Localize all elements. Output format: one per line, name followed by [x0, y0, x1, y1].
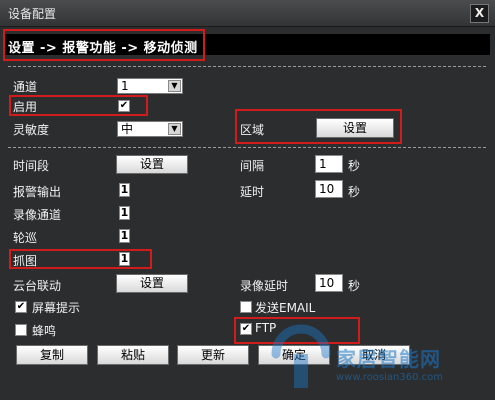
- screen-tip-checkbox[interactable]: ✔: [15, 301, 27, 313]
- highlight-breadcrumb: [3, 29, 205, 61]
- interval-input[interactable]: 1: [315, 155, 343, 173]
- period-label: 时间段: [13, 159, 50, 173]
- divider-middle: [8, 147, 486, 148]
- record-delay-input[interactable]: 10: [315, 274, 343, 292]
- screen-tip-label: 屏幕提示: [32, 301, 81, 315]
- send-email-label: 发送EMAIL: [255, 301, 316, 315]
- sensitivity-value: 中: [121, 122, 134, 136]
- record-channel-label: 录像通道: [13, 208, 62, 222]
- highlight-enable: [9, 95, 148, 116]
- interval-label: 间隔: [240, 159, 265, 173]
- close-button[interactable]: X: [470, 4, 489, 23]
- tour-label: 轮巡: [13, 231, 38, 245]
- alarm-output-label: 报警输出: [13, 185, 62, 199]
- interval-unit: 秒: [348, 159, 361, 173]
- record-delay-label: 录像延时: [240, 279, 289, 293]
- delay-input[interactable]: 10: [315, 180, 343, 198]
- watermark-url: www.roosian360.com: [336, 372, 444, 383]
- channel-select[interactable]: 1 ▼: [117, 78, 183, 94]
- watermark-text: 家居智能网: [336, 347, 441, 371]
- sensitivity-label: 灵敏度: [13, 123, 50, 137]
- chevron-down-icon: ▼: [168, 123, 181, 135]
- record-channel-box[interactable]: 1: [119, 206, 130, 220]
- highlight-snapshot: [9, 249, 152, 269]
- paste-button[interactable]: 粘贴: [97, 345, 169, 365]
- buzzer-checkbox[interactable]: [15, 324, 27, 336]
- chevron-down-icon: ▼: [168, 80, 181, 92]
- alarm-output-box[interactable]: 1: [119, 183, 130, 197]
- divider-top: [8, 66, 486, 67]
- window-title: 设备配置: [8, 7, 57, 21]
- channel-label: 通道: [13, 80, 38, 94]
- refresh-button[interactable]: 更新: [177, 345, 249, 365]
- delay-label: 延时: [240, 185, 265, 199]
- window-titlebar: 设备配置 X: [0, 0, 495, 27]
- buzzer-label: 蜂鸣: [32, 324, 57, 338]
- record-delay-unit: 秒: [348, 279, 361, 293]
- channel-value: 1: [121, 79, 129, 93]
- highlight-region: [235, 109, 402, 144]
- period-settings-button[interactable]: 设置: [116, 155, 188, 174]
- watermark-logo-icon: [271, 324, 331, 388]
- delay-unit: 秒: [348, 185, 361, 199]
- sensitivity-select[interactable]: 中 ▼: [117, 121, 183, 137]
- tour-box[interactable]: 1: [119, 229, 130, 243]
- ptz-label: 云台联动: [13, 279, 62, 293]
- ptz-settings-button[interactable]: 设置: [116, 274, 188, 293]
- send-email-checkbox[interactable]: [240, 301, 252, 313]
- copy-button[interactable]: 复制: [16, 345, 88, 365]
